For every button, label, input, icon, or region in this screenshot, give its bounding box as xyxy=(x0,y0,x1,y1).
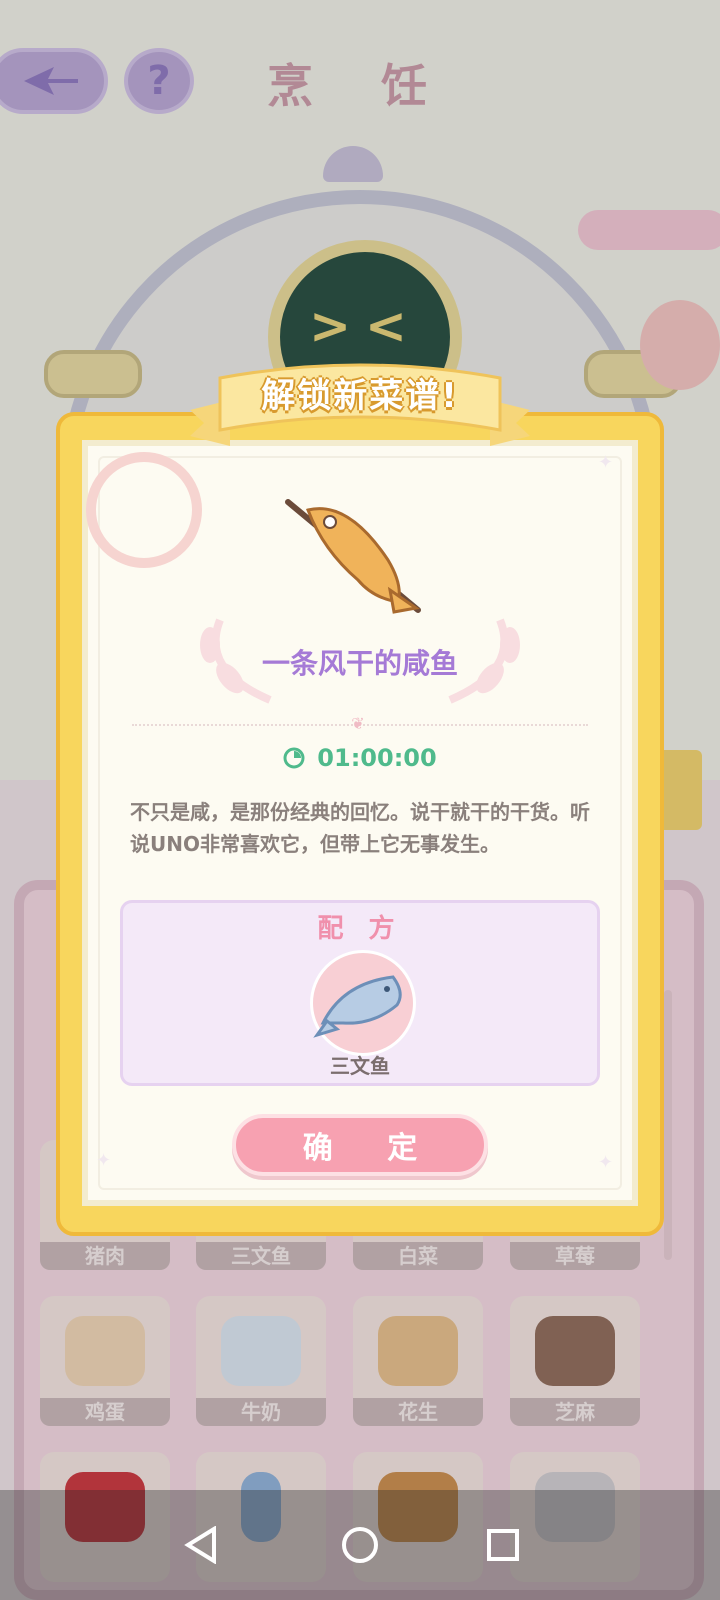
dish-description: 不只是咸，是那份经典的回忆。说干就干的干货。听说UNO非常喜欢它，但带上它无事发… xyxy=(130,800,590,856)
confirm-button-label: 确 定 xyxy=(302,1131,440,1166)
sparkle-icon: ✦ xyxy=(598,452,614,473)
cook-timer: 01:00:00 xyxy=(82,744,638,772)
bow-icon: ❦ xyxy=(351,714,365,733)
nav-back-icon[interactable] xyxy=(176,1520,226,1570)
sparkle-icon: ✦ xyxy=(96,1150,112,1171)
confirm-button[interactable]: 确 定 xyxy=(232,1114,488,1176)
salmon-icon xyxy=(313,975,402,1038)
clock-icon xyxy=(283,747,305,769)
nav-home-icon[interactable] xyxy=(335,1520,385,1570)
dish-name: 一条风干的咸鱼 xyxy=(261,647,458,680)
recipe-ingredient-slot xyxy=(310,950,416,1056)
fork-spoon-stamp-icon xyxy=(86,452,202,568)
timer-value: 01:00:00 xyxy=(317,744,437,772)
sparkle-icon: ✦ xyxy=(598,1152,614,1173)
system-nav-bar xyxy=(0,1490,720,1600)
dialog-title: 解锁新菜谱! xyxy=(261,376,459,416)
recipe-ingredient-label: 三文鱼 xyxy=(330,1054,390,1078)
recipe-title: 配 方 xyxy=(317,914,403,944)
nav-recents-icon[interactable] xyxy=(478,1520,528,1570)
